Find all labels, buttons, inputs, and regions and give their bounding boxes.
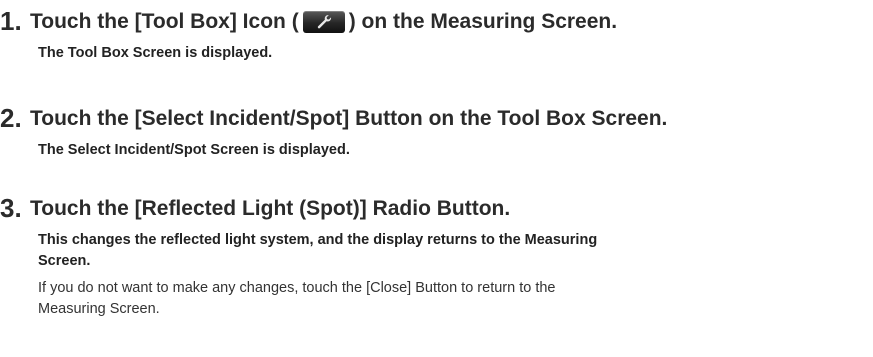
step-number: 2. [0, 103, 22, 133]
step-title-after-icon: ) on the Measuring Screen. [348, 9, 618, 33]
step-note-line: If you do not want to make any changes, … [38, 280, 556, 296]
step-title-before-icon: Touch the [Tool Box] Icon ( [30, 9, 299, 33]
step-number: 1. [0, 6, 22, 36]
step-2-heading: 2. Touch the [Select Incident/Spot] Butt… [0, 103, 873, 134]
step-3-heading: 3. Touch the [Reflected Light (Spot)] Ra… [0, 193, 873, 224]
step-title: Touch the [Select Incident/Spot] Button … [30, 106, 668, 130]
step-note-line: Measuring Screen. [38, 301, 160, 317]
step-note: If you do not want to make any changes, … [38, 278, 873, 320]
wrench-icon [302, 10, 345, 33]
step-result: The Select Incident/Spot Screen is displ… [38, 142, 350, 158]
step-number: 3. [0, 193, 22, 223]
wrench-icon-glyph [317, 14, 331, 28]
step-result-line: Screen. [38, 253, 91, 269]
step-result-line: This changes the reflected light system,… [38, 232, 598, 248]
step-result: This changes the reflected light system,… [38, 230, 873, 272]
step-title: Touch the [Reflected Light (Spot)] Radio… [30, 196, 511, 220]
step-3: 3. Touch the [Reflected Light (Spot)] Ra… [0, 193, 873, 320]
step-1: 1. Touch the [Tool Box] Icon ( ) on the … [0, 6, 873, 64]
step-result: The Tool Box Screen is displayed. [38, 45, 273, 61]
step-1-heading: 1. Touch the [Tool Box] Icon ( ) on the … [0, 6, 873, 37]
step-2: 2. Touch the [Select Incident/Spot] Butt… [0, 103, 873, 161]
step-title: Touch the [Tool Box] Icon ( ) on the Mea… [30, 10, 617, 34]
